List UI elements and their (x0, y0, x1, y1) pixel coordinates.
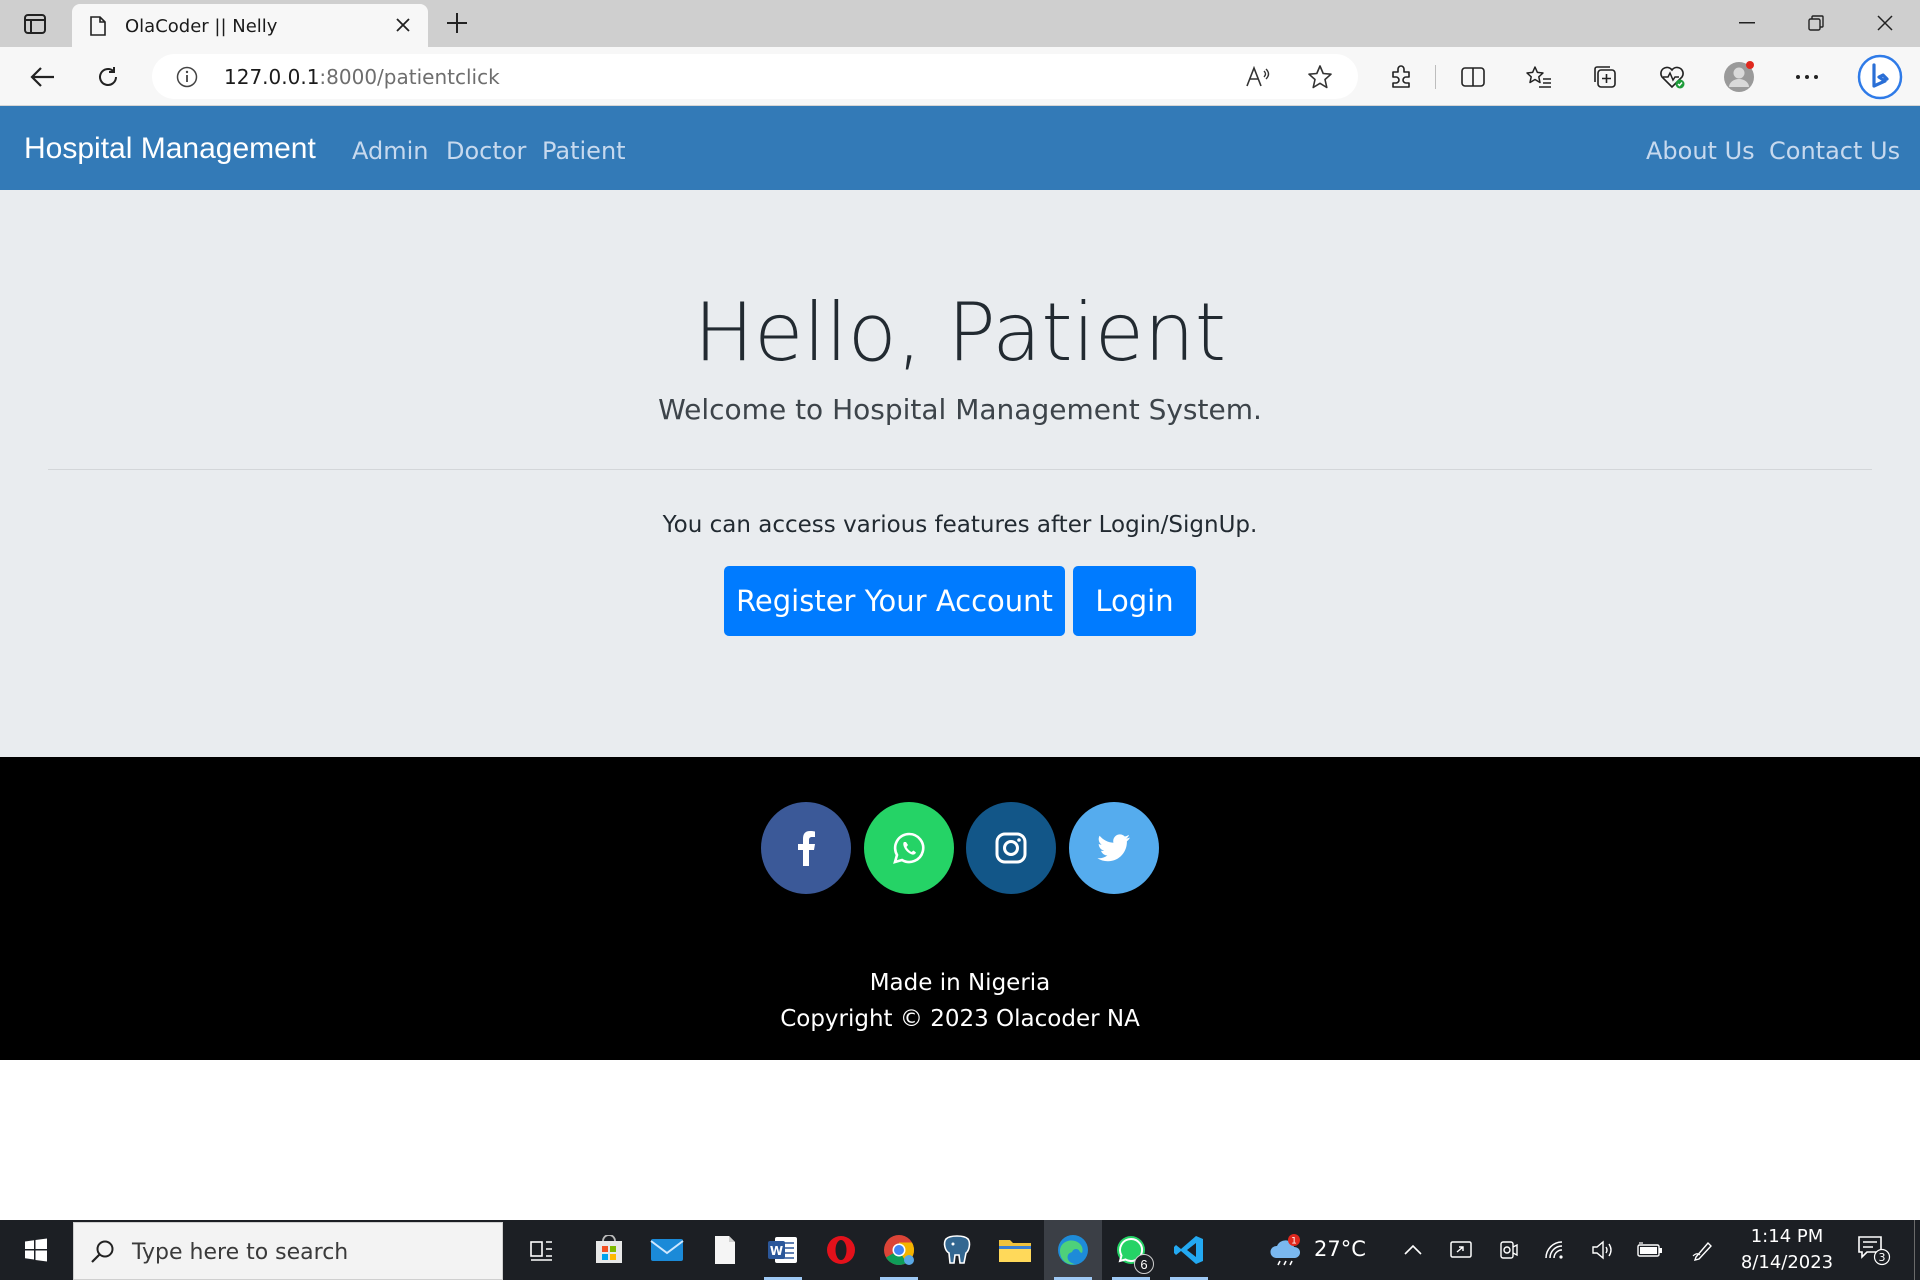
wifi-icon[interactable] (1542, 1236, 1570, 1264)
brand-link[interactable]: Hospital Management (24, 132, 316, 166)
site-navbar: Hospital Management Admin Doctor Patient… (0, 106, 1920, 190)
site-info-icon[interactable] (176, 66, 198, 93)
minimize-icon[interactable] (1724, 6, 1770, 40)
favorites-icon[interactable] (1522, 60, 1556, 94)
browser-tab[interactable]: OlaCoder || Nelly (72, 4, 428, 47)
hero-text: You can access various features after Lo… (662, 512, 1258, 538)
temperature[interactable]: 27°C (1314, 1237, 1366, 1261)
vscode-icon[interactable] (1160, 1220, 1218, 1280)
nav-link-doctor[interactable]: Doctor (446, 137, 526, 165)
taskbar-clock[interactable]: 1:14 PM 8/14/2023 (1732, 1224, 1842, 1276)
hero-section: Hello, Patient Welcome to Hospital Manag… (0, 190, 1920, 757)
search-icon (90, 1239, 116, 1270)
hero-lead: Welcome to Hospital Management System. (658, 393, 1262, 426)
show-desktop-button[interactable] (1914, 1220, 1920, 1280)
whatsapp-icon[interactable] (864, 802, 954, 894)
hero-divider (48, 469, 1872, 470)
profile-avatar-icon[interactable] (1722, 60, 1756, 94)
search-placeholder: Type here to search (132, 1240, 349, 1265)
browser-toolbar: 127.0.0.1:8000/patientclick (0, 47, 1920, 106)
notepad-icon[interactable] (696, 1220, 754, 1280)
site-footer: Made in Nigeria Copyright © 2023 Olacode… (0, 757, 1920, 1060)
microsoft-store-icon[interactable] (580, 1220, 638, 1280)
windows-start-icon[interactable] (0, 1220, 72, 1280)
page-icon (90, 16, 106, 41)
browser-essentials-icon[interactable] (1655, 60, 1689, 94)
camera-device-icon[interactable] (1494, 1236, 1522, 1264)
close-tab-icon[interactable] (392, 14, 414, 36)
more-options-icon[interactable] (1790, 60, 1824, 94)
notifications-icon[interactable]: 3 (1856, 1233, 1892, 1267)
taskbar-search-input[interactable]: Type here to search (73, 1222, 503, 1280)
new-tab-icon[interactable] (442, 8, 472, 38)
mail-icon[interactable] (638, 1220, 696, 1280)
chrome-icon[interactable] (870, 1220, 928, 1280)
url-path: :8000/patientclick (319, 65, 500, 89)
nav-link-patient[interactable]: Patient (542, 137, 626, 165)
footer-copyright: Copyright © 2023 Olacoder NA (780, 1006, 1140, 1032)
register-account-button[interactable]: Register Your Account (724, 566, 1065, 636)
svg-text:W: W (770, 1244, 783, 1258)
tab-title: OlaCoder || Nelly (125, 16, 278, 37)
tab-actions-icon[interactable] (18, 10, 52, 38)
url-host: 127.0.0.1 (224, 65, 320, 89)
opera-icon[interactable] (812, 1220, 870, 1280)
weather-badge: 1 (1291, 1237, 1297, 1247)
clock-date: 8/14/2023 (1740, 1252, 1834, 1273)
chevron-up-icon[interactable] (1399, 1236, 1427, 1264)
toolbar-divider (1435, 65, 1436, 89)
task-view-icon[interactable] (512, 1220, 570, 1280)
collections-icon[interactable] (1588, 60, 1622, 94)
facebook-icon[interactable] (761, 802, 851, 894)
volume-icon[interactable] (1589, 1236, 1617, 1264)
pen-icon[interactable] (1689, 1236, 1717, 1264)
whatsapp-app-icon[interactable]: 6 (1102, 1220, 1160, 1280)
instagram-icon[interactable] (966, 802, 1056, 894)
url-text[interactable]: 127.0.0.1:8000/patientclick (224, 65, 500, 89)
restore-icon[interactable] (1793, 6, 1839, 40)
bing-copilot-icon[interactable] (1856, 53, 1904, 101)
address-bar[interactable]: 127.0.0.1:8000/patientclick (152, 54, 1358, 99)
pgadmin-elephant-icon[interactable] (928, 1220, 986, 1280)
clock-time: 1:14 PM (1750, 1226, 1824, 1247)
nav-link-admin[interactable]: Admin (352, 137, 429, 165)
twitter-icon[interactable] (1069, 802, 1159, 894)
nav-link-about-us[interactable]: About Us (1646, 137, 1755, 165)
nav-link-contact-us[interactable]: Contact Us (1769, 137, 1900, 165)
split-screen-icon[interactable] (1456, 60, 1490, 94)
edge-icon[interactable] (1044, 1220, 1102, 1280)
notification-count: 3 (1879, 1251, 1886, 1264)
favorite-star-icon[interactable] (1306, 64, 1334, 90)
refresh-icon[interactable] (90, 59, 126, 95)
close-window-icon[interactable] (1862, 6, 1908, 40)
extensions-icon[interactable] (1384, 60, 1418, 94)
back-icon[interactable] (24, 59, 60, 95)
battery-icon[interactable] (1636, 1236, 1664, 1264)
whatsapp-badge: 6 (1134, 1254, 1154, 1274)
hero-title: Hello, Patient (693, 286, 1227, 379)
file-explorer-icon[interactable] (986, 1220, 1044, 1280)
remote-desktop-icon[interactable] (1447, 1236, 1475, 1264)
footer-made-in: Made in Nigeria (869, 970, 1051, 996)
browser-tab-bar: OlaCoder || Nelly (0, 0, 1920, 47)
windows-taskbar: Type here to search W 6 1 27°C 1:14 PM 8… (0, 1220, 1920, 1280)
word-icon[interactable]: W (754, 1220, 812, 1280)
login-button[interactable]: Login (1073, 566, 1196, 636)
read-aloud-icon[interactable] (1244, 64, 1272, 90)
weather-icon[interactable]: 1 (1268, 1233, 1304, 1267)
